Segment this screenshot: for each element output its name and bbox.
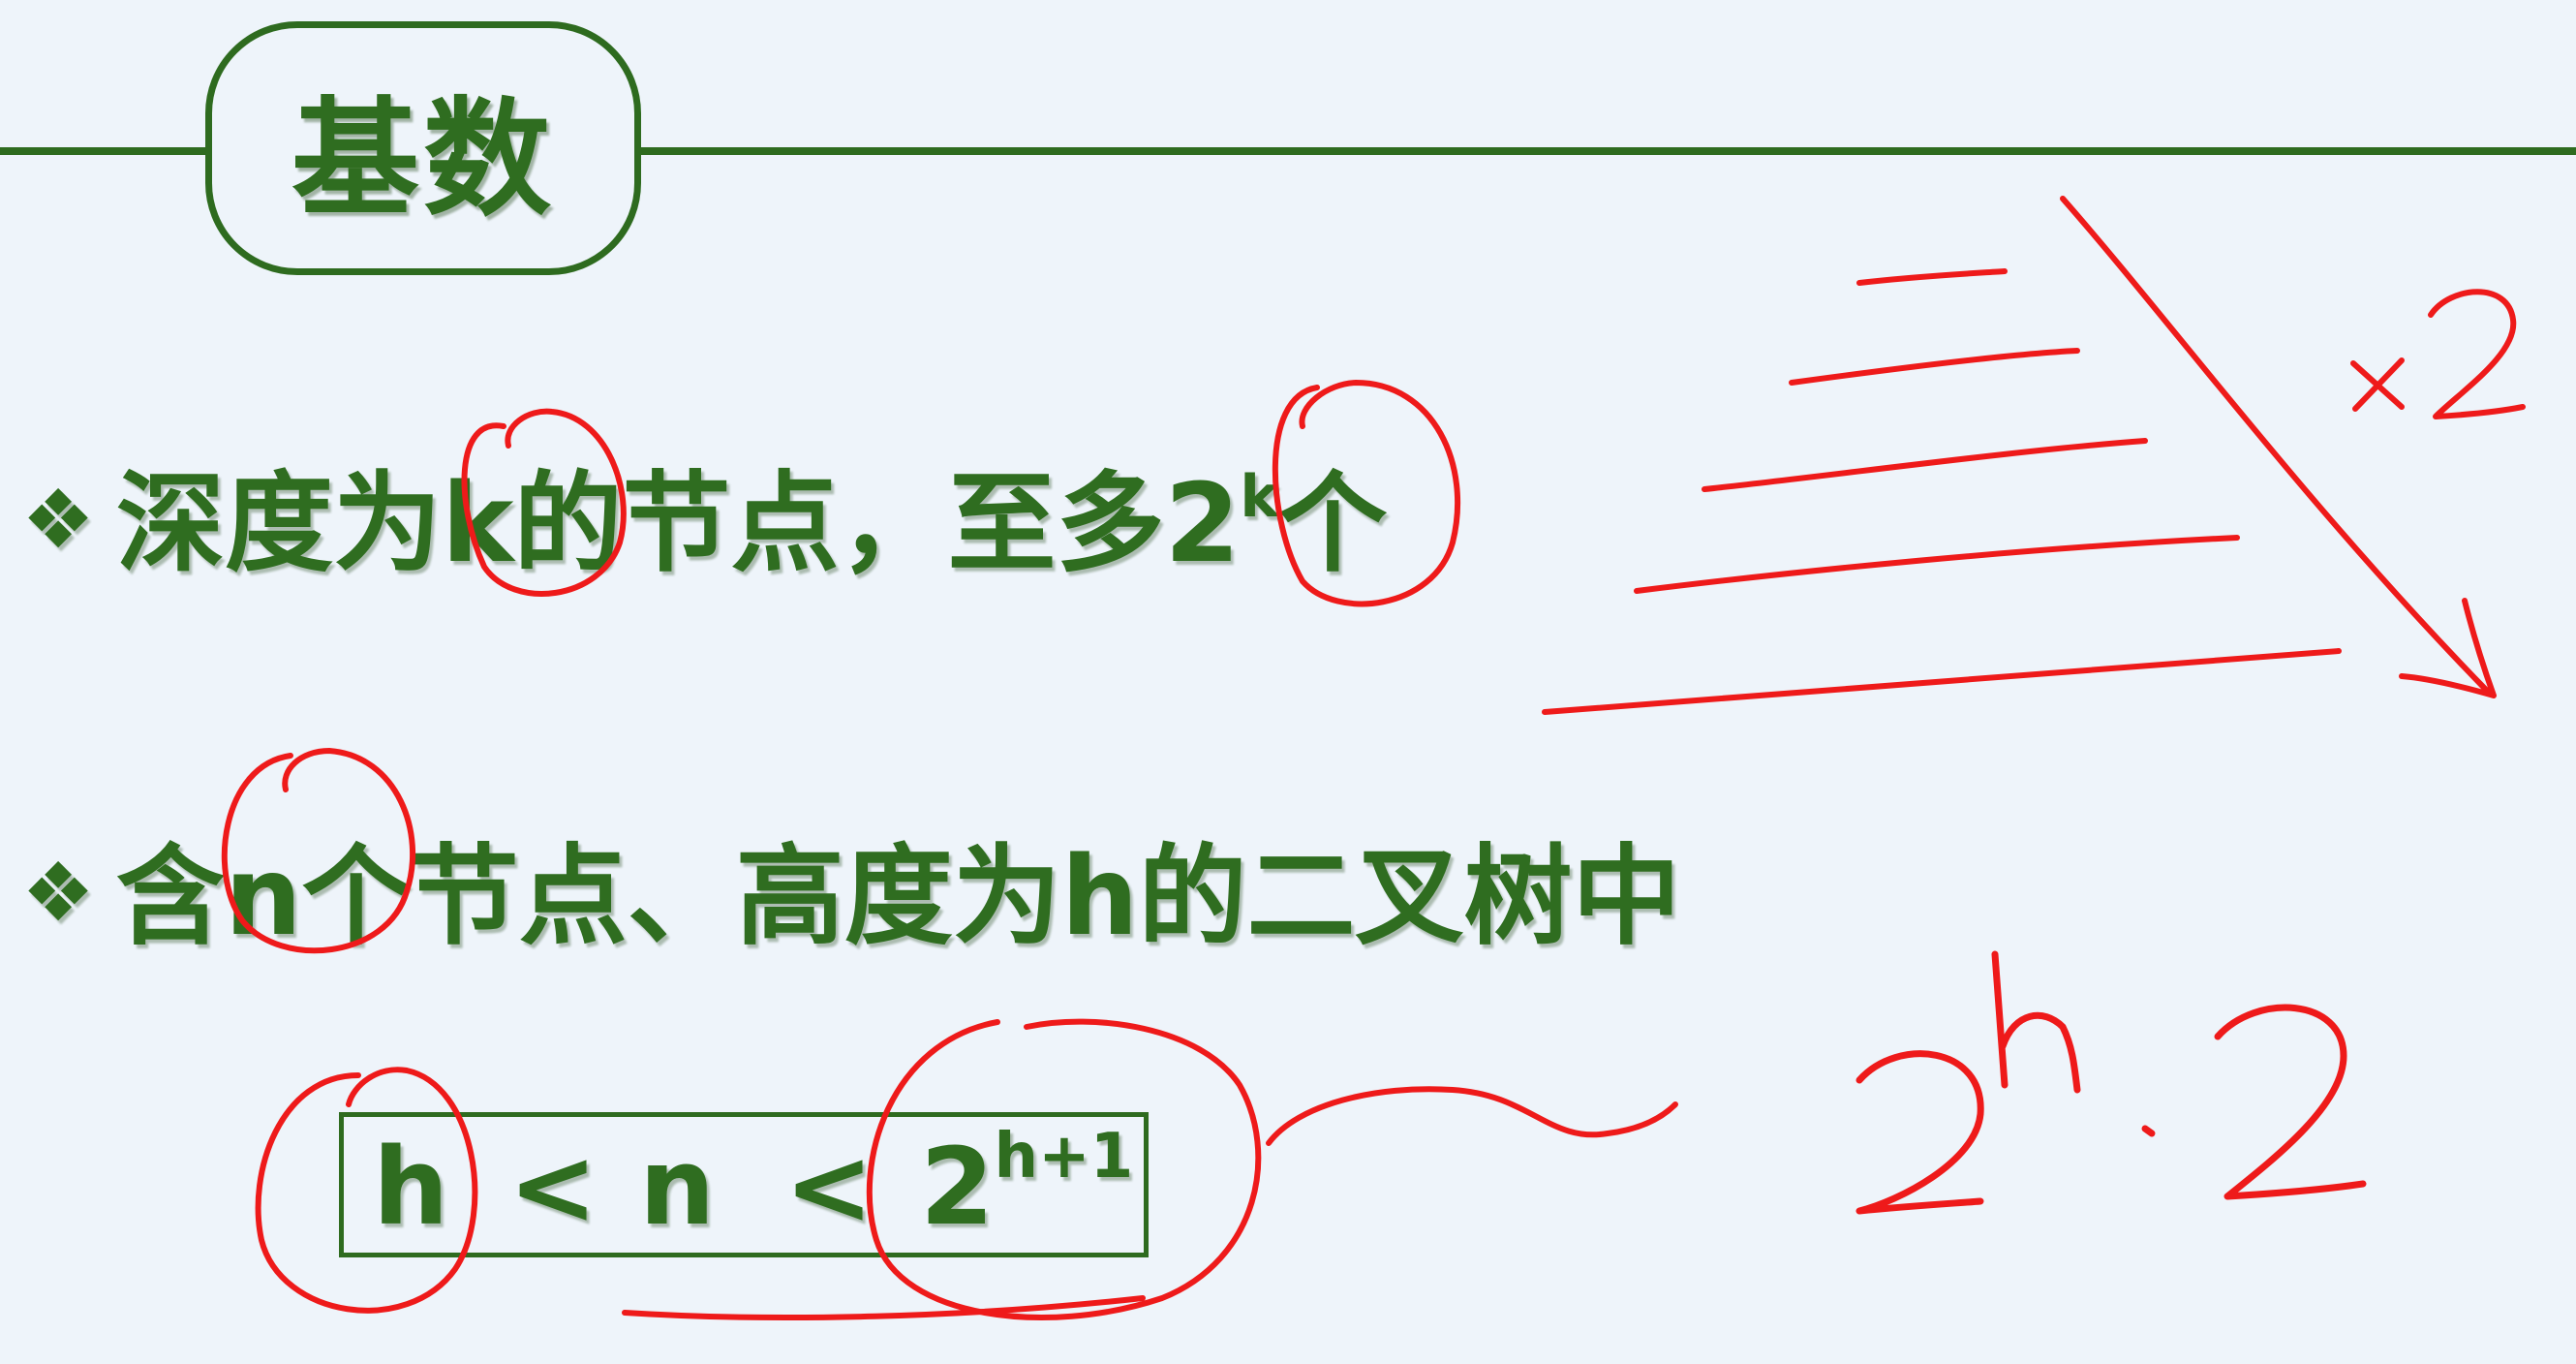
formula-power-exponent: h+1	[994, 1121, 1134, 1193]
formula-n: n	[639, 1125, 716, 1249]
bullet-text-pre: 含	[116, 834, 225, 960]
inequality-formula-box: h < n < 2h+1	[339, 1112, 1149, 1257]
formula-less-than-1: <	[508, 1125, 598, 1249]
bullet-text: 深度为 k 的节点，至多 2 k 个	[116, 436, 1387, 593]
bullet-variable-k: k	[442, 461, 514, 587]
slide: 基数 ❖ 深度为 k 的节点，至多 2 k 个 ❖ 含 n 个节点、高度为h的二…	[0, 0, 2576, 1364]
bullet-text-pre: 深度为	[116, 461, 442, 587]
ink-underline	[622, 1295, 1146, 1320]
ink-arrow-head	[2399, 598, 2497, 698]
formula-power-base: 2	[920, 1125, 995, 1249]
ink-times-two	[2428, 289, 2526, 419]
diamond-bullet-icon: ❖	[21, 845, 95, 940]
formula-power: 2h+1	[920, 1121, 1133, 1249]
bullet-text-post: 个节点、高度为h的二叉树中	[301, 834, 1681, 960]
ink-exp-h	[1991, 950, 2081, 1094]
ink-level-line-2	[1789, 348, 2080, 386]
ink-level-line-5	[1542, 648, 2342, 715]
ink-level-line-3	[1702, 438, 2148, 492]
ink-dot	[2141, 1125, 2156, 1137]
ink-level-line-4	[1634, 535, 2240, 594]
formula-h: h	[373, 1125, 449, 1249]
ink-arrow-shaft	[2060, 196, 2492, 696]
bullet-depth-k: ❖ 深度为 k 的节点，至多 2 k 个	[0, 436, 1387, 593]
power-base: 2	[1164, 461, 1241, 587]
title-badge: 基数	[205, 21, 641, 275]
bullet-n-nodes: ❖ 含 n 个节点、高度为h的二叉树中	[0, 809, 1680, 966]
bullet-text-post: 个	[1278, 461, 1388, 587]
formula-less-than-2: <	[784, 1125, 874, 1249]
ink-times-mark	[2350, 357, 2405, 412]
slide-title: 基数	[291, 84, 555, 234]
bullet-variable-n: n	[225, 834, 302, 960]
bullet-text-mid: 的节点，至多	[513, 461, 1165, 587]
bullet-text: 含 n 个节点、高度为h的二叉树中	[116, 809, 1680, 966]
ink-tilde	[1266, 1086, 1678, 1146]
power-exponent: k	[1240, 463, 1279, 531]
ink-factor-two	[2214, 1004, 2367, 1200]
ink-level-line-1	[1856, 268, 2008, 286]
diamond-bullet-icon: ❖	[21, 472, 95, 567]
ink-large-two	[1855, 1050, 1984, 1215]
